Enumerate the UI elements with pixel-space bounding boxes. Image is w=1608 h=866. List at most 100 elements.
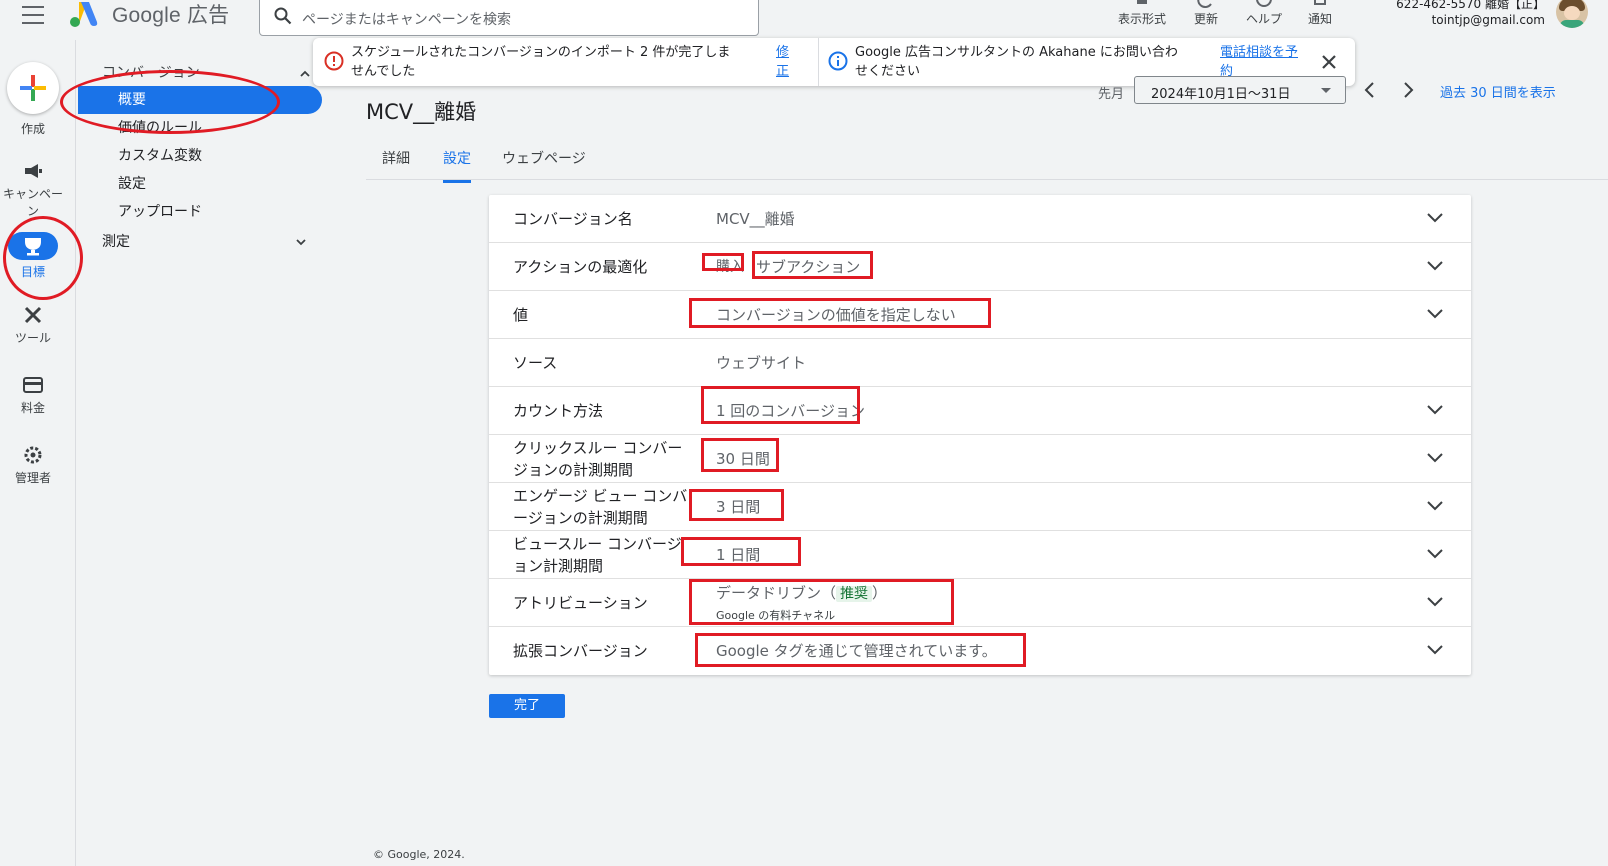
nav-item-custom-variables[interactable]: カスタム変数 — [78, 142, 326, 170]
chevron-down-icon — [1427, 453, 1443, 463]
search-icon — [274, 7, 292, 25]
setting-row-source: ソース ウェブサイト — [489, 339, 1471, 387]
top-bar: Google 広告 ページまたはキャンペーンを検索 表示形式 更新 ヘルプ 通知… — [0, 0, 1608, 40]
notifications-label: 通知 — [1307, 12, 1332, 26]
import-error-message: スケジュールされたコンバージョンのインポート 2 件が完了しま せんでした — [351, 45, 731, 79]
refresh-label: 更新 — [1193, 12, 1218, 26]
footer-copyright: © Google, 2024. — [373, 848, 465, 861]
search-placeholder: ページまたはキャンペーンを検索 — [302, 12, 512, 28]
nav-measure-label: 測定 — [102, 234, 130, 250]
chevron-down-icon — [1427, 645, 1443, 655]
tab-settings[interactable]: 設定 — [443, 148, 471, 183]
chevron-up-icon — [300, 70, 310, 77]
chevron-down-icon — [1427, 309, 1443, 319]
chevron-down-icon — [1427, 213, 1443, 223]
annotation-box — [689, 579, 954, 625]
account-info[interactable]: 622-462-5570 離婚【正】 tointjp@gmail.com — [1385, 0, 1545, 28]
annotation-box — [752, 251, 873, 279]
left-rail: 作成 キャンペーン 目標 ツール 料金 管理者 — [0, 40, 76, 866]
annotation-circle-goals — [3, 216, 83, 300]
rail-item-admin[interactable]: 管理者 — [0, 444, 66, 486]
bell-icon — [1314, 0, 1326, 5]
avatar[interactable] — [1556, 0, 1588, 28]
setting-row-attribution[interactable]: アトリビューション データドリブン（ 推奨） Google の有料チャネル — [489, 579, 1471, 627]
setting-label: アクションの最適化 — [513, 258, 648, 276]
setting-row-click-through-window[interactable]: クリックスルー コンバー ジョンの計測期間 30 日間 — [489, 435, 1471, 483]
rail-tools-label: ツール — [14, 331, 51, 345]
setting-label: カウント方法 — [513, 402, 604, 420]
help-label: ヘルプ — [1245, 12, 1282, 26]
consultant-message: Google 広告コンサルタントの Akahane にお問い合わ せください — [855, 45, 1178, 79]
megaphone-icon — [25, 164, 42, 178]
setting-value: ウェブサイト — [716, 354, 807, 372]
date-range-select[interactable]: 2024年10月1日～31日 — [1134, 76, 1346, 104]
tab-details[interactable]: 詳細 — [382, 148, 410, 180]
close-icon[interactable] — [1321, 54, 1337, 70]
tools-icon — [24, 306, 42, 324]
setting-row-conversion-name[interactable]: コンバージョン名 MCV__離婚 — [489, 195, 1471, 243]
info-icon — [828, 51, 848, 71]
notifications-button[interactable]: 通知 — [1290, 0, 1350, 27]
app-title: Google 広告 — [112, 4, 230, 27]
annotation-box — [701, 438, 779, 472]
help-button[interactable]: ヘルプ — [1234, 0, 1294, 27]
chevron-down-icon — [296, 239, 306, 246]
annotation-box — [681, 537, 801, 566]
nav-section-measurement[interactable]: 測定 — [78, 228, 326, 256]
refresh-icon — [1197, 0, 1212, 8]
rail-item-tools[interactable]: ツール — [0, 304, 66, 346]
plus-icon — [20, 75, 46, 101]
annotation-box — [702, 253, 744, 271]
chevron-down-icon — [1427, 501, 1443, 511]
date-label: 先月 — [1098, 87, 1125, 102]
rail-item-billing[interactable]: 料金 — [0, 374, 66, 416]
setting-label: 値 — [513, 306, 529, 324]
chevron-down-icon — [1427, 597, 1443, 607]
nav-item-uploads[interactable]: アップロード — [78, 198, 326, 226]
account-email: tointjp@gmail.com — [1431, 13, 1545, 27]
rail-campaigns-label: キャンペーン — [2, 187, 63, 218]
conversion-settings-card: コンバージョン名 MCV__離婚 アクションの最適化 購入 サブアクション 値 … — [489, 195, 1471, 675]
rail-create-label: 作成 — [20, 122, 45, 136]
annotation-circle-overview — [60, 70, 280, 134]
appearance-label: 表示形式 — [1117, 12, 1166, 26]
appearance-button[interactable]: 表示形式 — [1112, 0, 1172, 27]
google-ads-logo-icon — [70, 2, 98, 27]
fix-link[interactable]: 修 正 — [776, 43, 789, 81]
search-input[interactable]: ページまたはキャンペーンを検索 — [259, 0, 759, 36]
done-button[interactable]: 完了 — [489, 694, 565, 718]
date-range-value: 2024年10月1日～31日 — [1151, 87, 1291, 102]
notification-divider — [818, 38, 819, 86]
setting-row-count[interactable]: カウント方法 1 回のコンバージョン — [489, 387, 1471, 435]
tab-webpages[interactable]: ウェブページ — [502, 148, 586, 180]
setting-row-engaged-view-window[interactable]: エンゲージ ビュー コンバ ージョンの計測期間 3 日間 — [489, 483, 1471, 531]
credit-card-icon — [23, 377, 43, 393]
annotation-box — [689, 298, 991, 328]
error-icon — [324, 51, 344, 71]
annotation-box — [689, 489, 784, 521]
setting-row-action-optimization[interactable]: アクションの最適化 購入 サブアクション — [489, 243, 1471, 291]
chevron-down-icon — [1427, 405, 1443, 415]
menu-icon[interactable] — [22, 6, 44, 24]
page-title: MCV__離婚 — [366, 100, 477, 124]
setting-label: ソース — [513, 354, 558, 372]
refresh-button[interactable]: 更新 — [1176, 0, 1236, 27]
setting-row-view-through-window[interactable]: ビュースルー コンバージ ョン計測期間 1 日間 — [489, 531, 1471, 579]
chevron-down-icon — [1427, 261, 1443, 271]
create-button[interactable] — [7, 62, 59, 114]
setting-label: アトリビューション — [513, 594, 648, 612]
rail-item-campaigns[interactable]: キャンペーン — [0, 160, 66, 219]
nav-item-settings[interactable]: 設定 — [78, 170, 326, 198]
chevron-right-icon[interactable] — [1400, 80, 1416, 100]
setting-value: MCV__離婚 — [716, 210, 795, 228]
chevron-left-icon[interactable] — [1362, 80, 1378, 100]
setting-label: エンゲージ ビュー コンバ ージョンの計測期間 — [513, 487, 688, 527]
show-last-30-days-link[interactable]: 過去 30 日間を表示 — [1440, 82, 1556, 101]
appearance-icon — [1137, 0, 1147, 4]
dropdown-arrow-icon — [1321, 88, 1331, 93]
tab-bar: 詳細 設定 ウェブページ — [366, 140, 1608, 183]
setting-label: ビュースルー コンバージ ョン計測期間 — [513, 535, 682, 575]
setting-label: 拡張コンバージョン — [513, 642, 648, 660]
annotation-box — [695, 633, 1026, 667]
gear-icon — [24, 446, 42, 464]
